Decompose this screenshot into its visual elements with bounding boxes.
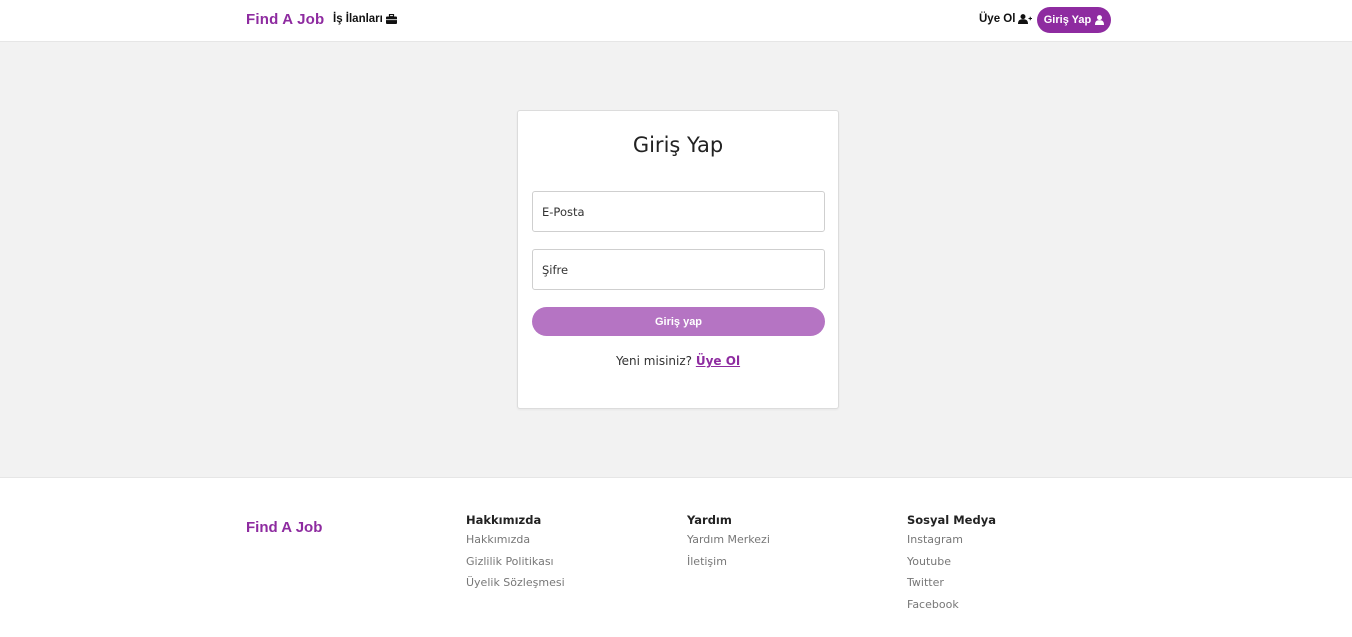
footer-link-instagram[interactable]: Instagram — [907, 532, 996, 554]
login-card: Giriş Yap Giriş yap Yeni misiniz? Üye Ol — [517, 110, 839, 409]
new-user-text: Yeni misiniz? — [615, 354, 693, 368]
nav-signup-link[interactable]: Üye Ol — [979, 13, 1033, 25]
footer-link-help-center[interactable]: Yardım Merkezi — [687, 532, 770, 554]
user-icon — [1095, 15, 1105, 25]
new-user-prompt: Yeni misiniz? Üye Ol — [518, 354, 838, 368]
footer-column-title: Yardım — [687, 513, 732, 527]
navbar: Find A Job İş İlanları Üye Ol Giriş Yap — [0, 0, 1352, 42]
main-content: Giriş Yap Giriş yap Yeni misiniz? Üye Ol — [0, 42, 1352, 477]
footer-brand[interactable]: Find A Job — [246, 519, 322, 536]
footer-column-title: Sosyal Medya — [907, 513, 996, 527]
nav-login-label: Giriş Yap — [1043, 14, 1092, 26]
briefcase-icon — [385, 14, 397, 24]
user-plus-icon — [1018, 14, 1033, 24]
footer-link-twitter[interactable]: Twitter — [907, 575, 996, 597]
footer-column-social: Sosyal Medya Instagram Youtube Twitter F… — [907, 513, 996, 618]
footer-link-about[interactable]: Hakkımızda — [466, 532, 565, 554]
footer-link-contact[interactable]: İletişim — [687, 554, 770, 576]
signup-link[interactable]: Üye Ol — [696, 354, 740, 368]
nav-signup-label: Üye Ol — [979, 13, 1016, 25]
footer-column-title: Hakkımızda — [466, 513, 542, 527]
brand-logo[interactable]: Find A Job — [246, 11, 324, 28]
footer-column-help: Yardım Yardım Merkezi İletişim — [687, 513, 770, 575]
password-input[interactable] — [532, 249, 825, 290]
nav-login-button[interactable]: Giriş Yap — [1037, 7, 1111, 33]
email-input[interactable] — [532, 191, 825, 232]
nav-job-listings-link[interactable]: İş İlanları — [333, 13, 397, 25]
footer-column-about: Hakkımızda Hakkımızda Gizlilik Politikas… — [466, 513, 565, 597]
footer-link-youtube[interactable]: Youtube — [907, 554, 996, 576]
footer-link-facebook[interactable]: Facebook — [907, 597, 996, 619]
login-submit-button[interactable]: Giriş yap — [532, 307, 825, 336]
login-title: Giriş Yap — [632, 133, 724, 157]
footer-link-privacy[interactable]: Gizlilik Politikası — [466, 554, 565, 576]
footer-link-membership-agreement[interactable]: Üyelik Sözleşmesi — [466, 575, 565, 597]
footer: Find A Job Hakkımızda Hakkımızda Gizlili… — [0, 477, 1352, 637]
nav-job-listings-label: İş İlanları — [333, 13, 383, 25]
